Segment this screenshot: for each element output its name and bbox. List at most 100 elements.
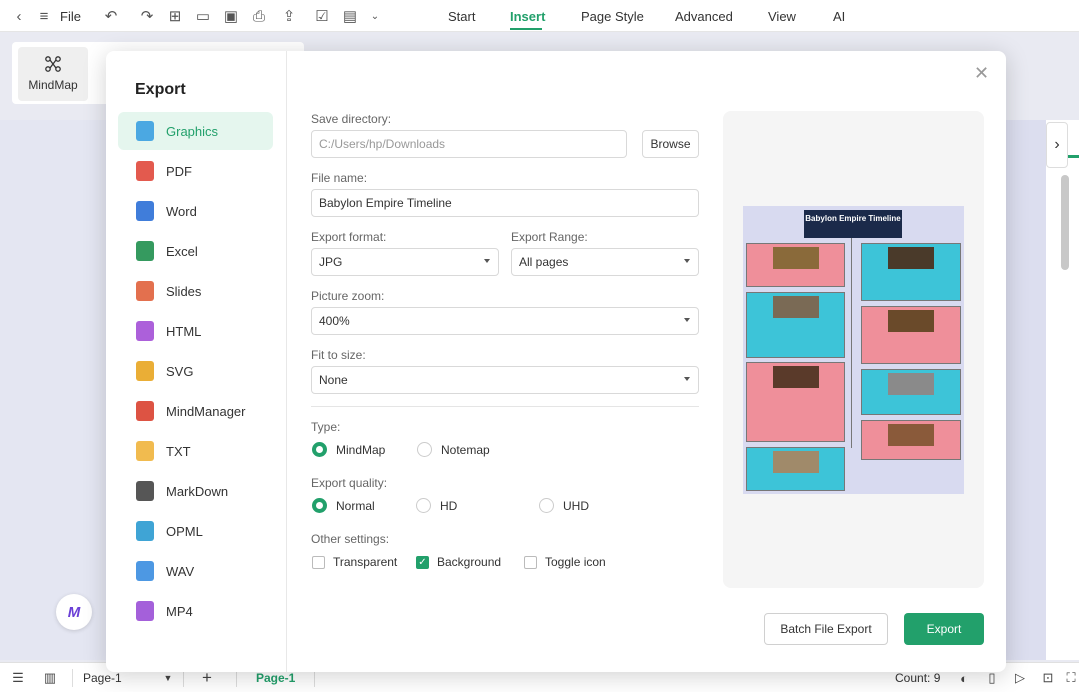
checklist-icon[interactable]: ☑ <box>313 7 331 25</box>
preview-node <box>861 306 961 364</box>
open-folder-icon[interactable]: ▭ <box>194 7 212 25</box>
play-icon[interactable]: ▷ <box>1012 670 1028 686</box>
status-divider <box>72 669 73 687</box>
quality-normal-radio[interactable]: Normal <box>312 498 375 513</box>
preview-node <box>746 447 845 491</box>
format-svg[interactable]: SVG <box>118 352 273 390</box>
export-icon[interactable]: ⇪ <box>280 7 298 25</box>
canvas-left-margin <box>0 120 106 660</box>
slides-file-icon <box>136 281 154 301</box>
batch-file-export-button[interactable]: Batch File Export <box>764 613 888 645</box>
outline-icon[interactable]: ☰ <box>10 670 26 686</box>
save-directory-field[interactable]: C:/Users/hp/Downloads <box>311 130 627 158</box>
chevron-down-icon <box>484 259 490 263</box>
format-txt[interactable]: TXT <box>118 432 273 470</box>
browse-button[interactable]: Browse <box>642 130 699 158</box>
format-graphics[interactable]: Graphics <box>118 112 273 150</box>
format-slides[interactable]: Slides <box>118 272 273 310</box>
close-icon[interactable]: ✕ <box>974 63 989 84</box>
file-name-input[interactable]: Babylon Empire Timeline <box>311 189 699 217</box>
fit-to-size-label: Fit to size: <box>311 348 366 362</box>
save-icon[interactable]: ▣ <box>222 7 240 25</box>
export-quality-label: Export quality: <box>311 476 388 490</box>
page-select-caret-icon[interactable]: ▼ <box>160 670 176 686</box>
type-notemap-radio[interactable]: Notemap <box>417 442 490 457</box>
export-format-select[interactable]: JPG <box>311 248 499 276</box>
format-html[interactable]: HTML <box>118 312 273 350</box>
panel-layout-icon[interactable]: ▥ <box>42 670 58 686</box>
page-select[interactable]: Page-1 <box>83 671 122 685</box>
toggle-icon-checkbox[interactable]: Toggle icon <box>524 555 606 569</box>
format-pdf[interactable]: PDF <box>118 152 273 190</box>
add-page-icon[interactable]: + <box>199 668 215 687</box>
accent-indicator <box>1068 155 1079 158</box>
export-range-select[interactable]: All pages <box>511 248 699 276</box>
expand-panel-button[interactable]: › <box>1046 122 1068 168</box>
chevron-down-icon <box>684 259 690 263</box>
file-name-value: Babylon Empire Timeline <box>319 196 452 210</box>
fit-screen-icon[interactable]: ⊡ <box>1040 670 1056 686</box>
file-menu[interactable]: File <box>60 9 81 24</box>
export-button[interactable]: Export <box>904 613 984 645</box>
export-format-value: JPG <box>319 255 343 269</box>
settings-divider <box>311 406 699 407</box>
page-tab-active[interactable]: Page-1 <box>256 671 295 685</box>
format-word[interactable]: Word <box>118 192 273 230</box>
export-format-label: Export format: <box>311 230 387 244</box>
picture-zoom-value: 400% <box>319 314 350 328</box>
format-markdown[interactable]: MarkDown <box>118 472 273 510</box>
new-file-icon[interactable]: ⊞ <box>166 7 184 25</box>
book-view-icon[interactable]: ▯ <box>984 670 1000 686</box>
preview-node <box>861 369 961 415</box>
radio-dot <box>312 442 327 457</box>
word-file-icon <box>136 201 154 221</box>
app-logo-icon[interactable]: M <box>56 594 92 630</box>
transparent-checkbox[interactable]: Transparent <box>312 555 397 569</box>
fit-to-size-value: None <box>319 373 348 387</box>
txt-file-icon <box>136 441 154 461</box>
print-icon[interactable]: ⎙ <box>250 7 268 25</box>
fit-to-size-select[interactable]: None <box>311 366 699 394</box>
format-excel[interactable]: Excel <box>118 232 273 270</box>
mindmap-button[interactable]: MindMap <box>18 47 88 101</box>
tab-view[interactable]: View <box>768 9 796 24</box>
tab-ai[interactable]: AI <box>833 9 845 24</box>
format-wav[interactable]: WAV <box>118 552 273 590</box>
preview-node <box>861 243 961 301</box>
format-opml[interactable]: OPML <box>118 512 273 550</box>
vertical-scrollbar[interactable] <box>1061 175 1069 270</box>
focus-icon[interactable]: ◐ <box>956 670 972 686</box>
tab-page-style[interactable]: Page Style <box>581 9 644 24</box>
undo-icon[interactable]: ↶ <box>102 7 120 25</box>
radio-dot <box>539 498 554 513</box>
hamburger-menu-icon[interactable]: ≡ <box>35 7 53 25</box>
picture-zoom-select[interactable]: 400% <box>311 307 699 335</box>
format-sidebar: Export Graphics PDF Word Excel Slides HTML SVG… <box>106 51 287 672</box>
tab-advanced[interactable]: Advanced <box>675 9 733 24</box>
other-settings-label: Other settings: <box>311 532 390 546</box>
format-label: MindManager <box>166 403 246 419</box>
format-label: Word <box>166 203 197 219</box>
fullscreen-icon[interactable]: ⛶ <box>1063 670 1079 686</box>
quality-hd-radio[interactable]: HD <box>416 498 457 513</box>
back-icon[interactable]: ‹ <box>10 7 28 25</box>
export-preview: Babylon Empire Timeline <box>723 111 984 588</box>
radio-dot <box>416 498 431 513</box>
wav-file-icon <box>136 561 154 581</box>
save-as-icon[interactable]: ▤ <box>341 7 359 25</box>
save-directory-value: C:/Users/hp/Downloads <box>319 137 446 151</box>
redo-icon[interactable]: ↷ <box>138 7 156 25</box>
preview-node-image <box>888 247 934 269</box>
more-chevron-icon[interactable]: ⌄ <box>366 7 384 25</box>
tab-start[interactable]: Start <box>448 9 475 24</box>
background-checkbox[interactable]: ✓ Background <box>416 555 501 569</box>
quality-uhd-radio[interactable]: UHD <box>539 498 589 513</box>
format-mp4[interactable]: MP4 <box>118 592 273 630</box>
preview-node-image <box>888 310 934 332</box>
file-name-label: File name: <box>311 171 368 185</box>
chevron-down-icon <box>684 377 690 381</box>
format-mindmanager[interactable]: MindManager <box>118 392 273 430</box>
preview-title: Babylon Empire Timeline <box>804 210 902 238</box>
tab-insert[interactable]: Insert <box>510 9 545 24</box>
type-mindmap-radio[interactable]: MindMap <box>312 442 385 457</box>
